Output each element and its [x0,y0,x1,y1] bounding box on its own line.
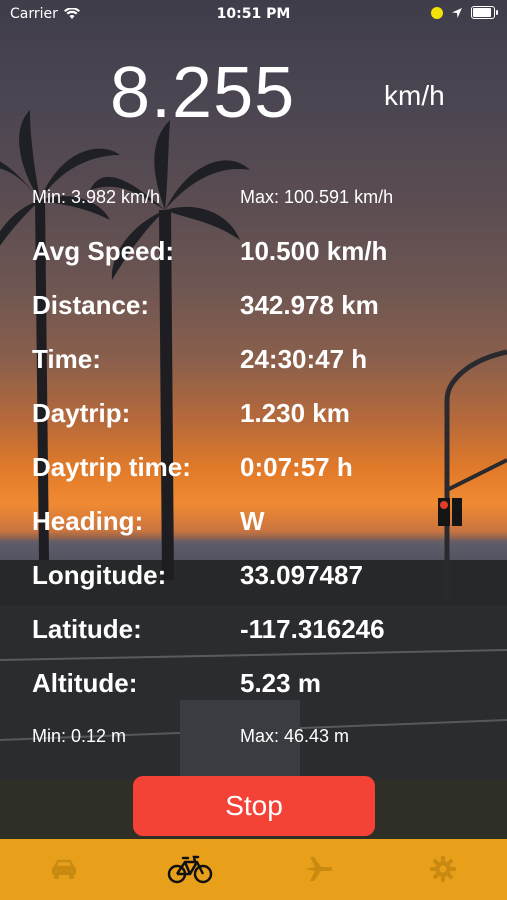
tab-airplane[interactable] [288,849,348,889]
speed-min: Min: 3.982 km/h [32,187,161,207]
stat-value: -117.316246 [240,614,385,644]
stat-label: Latitude: [32,614,142,644]
stat-value: 5.23 m [240,668,321,698]
recording-dot-icon [431,6,443,19]
battery-icon [471,6,498,19]
stat-label: Time: [32,344,101,374]
stat-label: Daytrip: [32,398,131,428]
stat-label: Heading: [32,506,144,536]
stat-value: 10.500 km/h [240,236,388,266]
stat-value: W [240,506,265,536]
stat-row-daytrip-time: Daytrip time: 0:07:57 h [32,452,507,492]
stat-label: Avg Speed: [32,236,175,266]
speed-max: Max: 100.591 km/h [240,187,394,207]
stat-value: 342.978 km [240,290,379,320]
car-icon [52,859,76,879]
background-photo [0,0,507,900]
stat-row-heading: Heading: W [32,506,507,546]
gear-icon [430,856,456,882]
altitude-min: Min: 0.12 m [32,726,127,746]
bicycle-icon [167,855,213,884]
stat-row-avg-speed: Avg Speed: 10.500 km/h [32,236,507,276]
stop-button[interactable]: Stop [133,776,375,836]
airplane-icon [305,857,333,881]
altitude-max: Max: 46.43 m [240,726,350,746]
stat-label: Longitude: [32,560,167,590]
tab-bar [0,839,507,900]
stat-row-longitude: Longitude: 33.097487 [32,560,507,600]
stat-value: 1.230 km [240,398,350,428]
tab-settings[interactable] [413,849,473,889]
stat-value: 24:30:47 h [240,344,368,374]
stat-value: 33.097487 [240,560,363,590]
stat-label: Daytrip time: [32,452,191,482]
location-arrow-icon [452,7,462,18]
stat-label: Distance: [32,290,150,320]
tab-car[interactable] [34,849,94,889]
speed-unit: km/h [384,80,445,111]
stat-row-time: Time: 24:30:47 h [32,344,507,384]
stat-row-latitude: Latitude: -117.316246 [32,614,507,654]
stat-label: Altitude: [32,668,138,698]
stat-row-distance: Distance: 342.978 km [32,290,507,330]
stat-row-daytrip: Daytrip: 1.230 km [32,398,507,438]
stat-row-altitude: Altitude: 5.23 m [32,668,507,708]
current-speed: 8.255 [110,53,296,133]
stat-value: 0:07:57 h [240,452,353,482]
tab-bicycle[interactable] [160,849,220,889]
status-bar: Carrier 10:51 PM [0,0,507,30]
